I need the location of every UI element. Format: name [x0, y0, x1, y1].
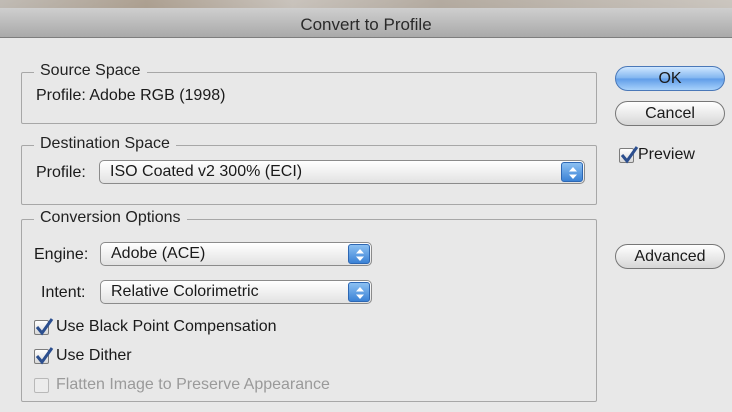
dither-label[interactable]: Use Dither [56, 347, 132, 365]
destination-profile-select[interactable]: ISO Coated v2 300% (ECI) [99, 160, 585, 184]
source-space-group: Source Space Profile: Adobe RGB (1998) [21, 62, 597, 124]
flatten-checkbox [34, 378, 49, 393]
ok-button[interactable]: OK [615, 66, 725, 91]
checkmark-icon [35, 347, 54, 365]
checkmark-icon [620, 146, 639, 164]
black-point-checkbox[interactable] [34, 318, 54, 336]
destination-profile-value: ISO Coated v2 300% (ECI) [110, 163, 303, 180]
checkmark-icon [35, 318, 54, 336]
black-point-label[interactable]: Use Black Point Compensation [56, 318, 277, 336]
engine-select[interactable]: Adobe (ACE) [100, 242, 372, 266]
window-behind-strip [0, 0, 732, 8]
destination-space-group: Destination Space Profile: ISO Coated v2… [21, 135, 597, 205]
flatten-label: Flatten Image to Preserve Appearance [56, 376, 330, 393]
preview-label[interactable]: Preview [638, 146, 695, 164]
destination-profile-label: Profile: [36, 164, 86, 181]
up-down-arrows-icon [561, 162, 583, 182]
engine-label: Engine: [34, 246, 89, 263]
conversion-options-legend: Conversion Options [34, 209, 187, 227]
dialog-title: Convert to Profile [300, 15, 432, 34]
up-down-arrows-icon [348, 244, 370, 264]
source-space-legend: Source Space [34, 62, 147, 80]
preview-checkbox[interactable] [619, 146, 639, 164]
source-profile-text: Profile: Adobe RGB (1998) [36, 87, 226, 104]
advanced-button[interactable]: Advanced [615, 244, 725, 269]
intent-label: Intent: [41, 284, 86, 301]
conversion-options-group: Conversion Options Engine: Adobe (ACE) I… [21, 209, 597, 402]
cancel-button[interactable]: Cancel [615, 101, 725, 126]
destination-space-legend: Destination Space [34, 135, 176, 153]
intent-select[interactable]: Relative Colorimetric [100, 280, 372, 304]
engine-value: Adobe (ACE) [111, 245, 206, 262]
dither-checkbox[interactable] [34, 347, 54, 365]
up-down-arrows-icon [348, 282, 370, 302]
intent-value: Relative Colorimetric [111, 283, 259, 300]
title-bar[interactable]: Convert to Profile [0, 0, 732, 38]
